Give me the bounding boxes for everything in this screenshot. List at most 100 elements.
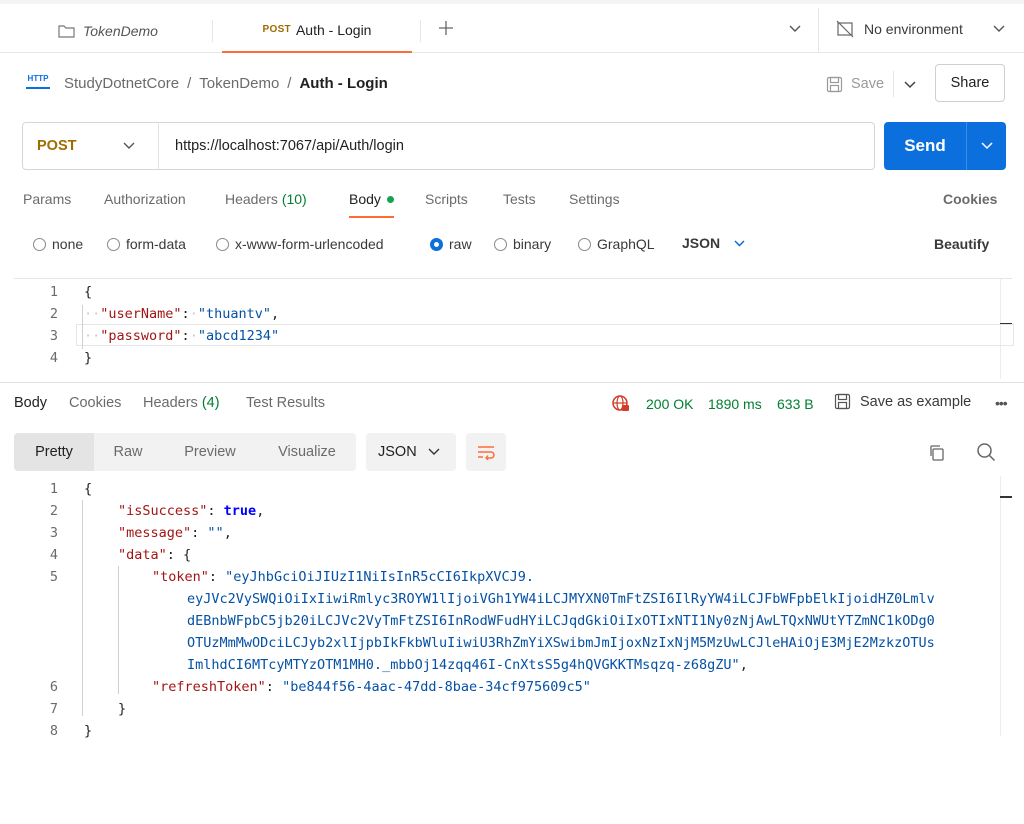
tab-tokendemo[interactable]: TokenDemo xyxy=(44,8,212,53)
pane-divider[interactable] xyxy=(0,382,1024,383)
radio-button xyxy=(107,238,120,251)
line-number: 6 xyxy=(49,679,58,695)
share-button[interactable]: Share xyxy=(935,64,1005,102)
line-number: 2 xyxy=(49,503,58,519)
response-tab-headers-label: Headers xyxy=(143,395,198,411)
more-options-icon[interactable]: ••• xyxy=(995,395,1008,411)
response-tab-headers[interactable]: Headers (4) xyxy=(143,395,220,411)
tab-label: TokenDemo xyxy=(83,22,158,39)
response-tab-test-results[interactable]: Test Results xyxy=(246,395,325,411)
save-as-example-label: Save as example xyxy=(860,393,972,410)
code-line: } xyxy=(84,350,93,366)
code-line: "token": "eyJhbGciOiJIUzI1NiIsInR5cCI6Ik… xyxy=(152,569,535,585)
chevron-down-icon[interactable] xyxy=(786,20,804,38)
response-size[interactable]: 633 B xyxy=(777,396,814,412)
tab-settings[interactable]: Settings xyxy=(569,191,620,207)
http-icon: HTTP xyxy=(26,73,50,89)
breadcrumb-current[interactable]: Auth - Login xyxy=(299,75,387,92)
format-label: JSON xyxy=(682,235,721,251)
code-line: } xyxy=(118,701,127,717)
radio-label: form-data xyxy=(126,236,186,252)
send-options-chevron-icon[interactable] xyxy=(967,142,1006,150)
line-number: 1 xyxy=(49,284,58,300)
radio-x-www-form-urlencoded[interactable]: x-www-form-urlencoded xyxy=(216,236,384,252)
copy-icon[interactable] xyxy=(926,442,948,464)
environment-label: No environment xyxy=(864,21,963,37)
request-body-editor[interactable]: 1 { 2 ··"userName":·"thuantv", 3 ··"pass… xyxy=(14,278,1014,379)
environment-selector[interactable]: No environment xyxy=(836,18,963,40)
breadcrumb-item-collection[interactable]: StudyDotnetCore xyxy=(64,75,179,92)
tab-body[interactable]: Body xyxy=(349,191,394,218)
radio-label: binary xyxy=(513,236,552,252)
breadcrumb-item-folder[interactable]: TokenDemo xyxy=(199,75,279,92)
code-line: { xyxy=(84,284,93,300)
save-button[interactable]: Save xyxy=(826,72,884,96)
cookies-link[interactable]: Cookies xyxy=(943,191,997,207)
no-environment-icon xyxy=(836,20,854,38)
tab-headers-label: Headers xyxy=(225,191,278,207)
search-icon[interactable] xyxy=(975,441,997,463)
save-as-example-button[interactable]: Save as example xyxy=(834,393,971,410)
radio-none[interactable]: none xyxy=(33,236,83,252)
send-button[interactable]: Send xyxy=(884,122,1006,170)
line-number: 4 xyxy=(49,350,58,366)
format-selector[interactable]: JSON xyxy=(682,235,745,251)
punctuation: , xyxy=(223,525,232,541)
tab-scripts[interactable]: Scripts xyxy=(425,191,468,207)
radio-graphql[interactable]: GraphQL xyxy=(578,236,655,252)
code-line-wrap: ImlhdCI6MTcyMTYzOTM1MH0._mbbOj14zqq46I-C… xyxy=(187,654,748,676)
view-pretty[interactable]: Pretty xyxy=(14,433,94,471)
response-format-selector[interactable]: JSON xyxy=(366,433,456,471)
tab-headers[interactable]: Headers (10) xyxy=(225,191,307,207)
save-label: Save xyxy=(851,76,885,92)
status-code[interactable]: 200 OK xyxy=(646,396,693,412)
beautify-link[interactable]: Beautify xyxy=(934,236,989,252)
response-body-viewer[interactable]: 1 { 2 "isSuccess": true, 3 "message": ""… xyxy=(14,476,1012,820)
save-options-chevron-icon[interactable] xyxy=(900,75,920,95)
plus-icon[interactable] xyxy=(436,18,456,38)
chevron-down-icon[interactable] xyxy=(990,20,1008,38)
divider xyxy=(212,20,213,42)
response-tab-cookies[interactable]: Cookies xyxy=(69,395,121,411)
save-icon xyxy=(826,76,843,93)
scrollbar-thumb[interactable] xyxy=(1000,496,1012,498)
json-key: "userName" xyxy=(100,306,182,322)
radio-label: GraphQL xyxy=(597,236,655,252)
response-view-selector: Pretty Raw Preview Visualize xyxy=(14,433,356,471)
view-visualize[interactable]: Visualize xyxy=(258,433,356,471)
url-input[interactable]: https://localhost:7067/api/Auth/login xyxy=(159,138,404,154)
tab-tests[interactable]: Tests xyxy=(503,191,536,207)
view-preview[interactable]: Preview xyxy=(164,433,256,471)
response-tab-body[interactable]: Body xyxy=(14,395,47,411)
radio-binary[interactable]: binary xyxy=(494,236,551,252)
view-raw[interactable]: Raw xyxy=(94,433,162,471)
tab-authorization[interactable]: Authorization xyxy=(104,191,186,207)
response-time[interactable]: 1890 ms xyxy=(708,396,762,412)
chevron-down-icon xyxy=(734,240,745,247)
method-selector[interactable]: POST xyxy=(23,123,159,169)
tab-bar: TokenDemo POST Auth - Login No environme… xyxy=(0,0,1024,53)
code-line: } xyxy=(84,723,93,739)
line-number: 8 xyxy=(49,723,58,739)
radio-form-data[interactable]: form-data xyxy=(107,236,186,252)
line-number: 5 xyxy=(49,569,58,585)
line-number: 4 xyxy=(49,547,58,563)
indent-guide xyxy=(118,566,119,694)
code-line-wrap: eyJVc2VySWQiOiIxIiwiRmlyc3ROYW1lIjoiVGh1… xyxy=(187,591,935,607)
radio-raw[interactable]: raw xyxy=(430,236,472,252)
divider xyxy=(893,71,894,97)
radio-label: none xyxy=(52,236,84,252)
json-value: "be844f56-4aac-47dd-8bae-34cf975609c5" xyxy=(282,679,591,695)
folder-icon xyxy=(58,24,75,38)
divider xyxy=(420,20,421,42)
send-label: Send xyxy=(904,136,946,155)
scrollbar-track xyxy=(1000,476,1001,736)
response-format-label: JSON xyxy=(378,444,417,460)
punctuation: , xyxy=(256,503,265,519)
globe-network-icon[interactable] xyxy=(610,394,632,414)
tab-params[interactable]: Params xyxy=(23,191,71,207)
wrap-lines-icon[interactable] xyxy=(466,433,506,471)
divider xyxy=(818,8,819,53)
tab-auth-login[interactable]: POST Auth - Login xyxy=(222,8,412,53)
radio-label: x-www-form-urlencoded xyxy=(235,236,384,252)
